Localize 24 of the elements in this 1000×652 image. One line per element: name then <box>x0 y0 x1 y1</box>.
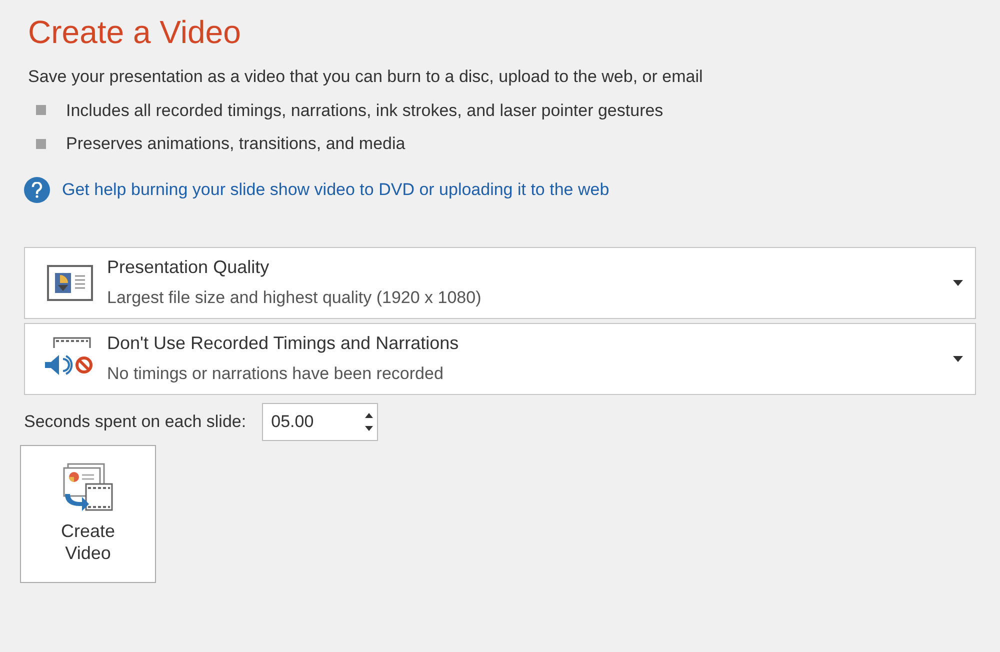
seconds-spinner[interactable]: 05.00 <box>262 402 378 440</box>
create-video-button[interactable]: Create Video <box>20 444 156 582</box>
option-title: Presentation Quality <box>107 256 270 280</box>
bullet-icon <box>36 105 46 116</box>
dropdown-select[interactable]: Presentation Quality Largest file size and highest quality (1920 x 1080) <box>24 246 976 318</box>
option-subtitle: No timings or narrations have been recorded <box>107 363 444 386</box>
spinner-value: 05.00 <box>271 410 315 433</box>
help-link[interactable]: Get help burning your slide show video to DVD or uploading it to the web <box>62 176 610 202</box>
page-title: Create a Video <box>27 13 242 52</box>
option-subtitle: Largest file size and highest quality (1920 x 1080) <box>107 287 482 310</box>
slide-chart-icon <box>47 264 93 300</box>
dropdown-select[interactable]: Don't Use Recorded Timings and Narrations No timings or narrations have been recorded <box>24 322 976 394</box>
bullet-icon <box>36 138 46 149</box>
bullet-text: Preserves animations, transitions, and media <box>66 133 406 155</box>
bullet-text: Includes all recorded timings, narrations, ink strokes, and laser pointer gestures <box>66 100 664 122</box>
seconds-label: Seconds spent on each slide: <box>24 410 246 433</box>
help-icon <box>24 176 50 202</box>
option-title: Don't Use Recorded Timings and Narrations <box>107 332 460 356</box>
caret-icon <box>953 280 963 286</box>
up-arrow-icon[interactable] <box>365 412 374 418</box>
slides-film-icon <box>62 462 114 512</box>
down-arrow-icon[interactable] <box>365 426 374 430</box>
caret-icon <box>953 356 963 362</box>
description-text: Save your presentation as a video that you can burn to a disc, upload to the web, or email <box>27 66 704 88</box>
